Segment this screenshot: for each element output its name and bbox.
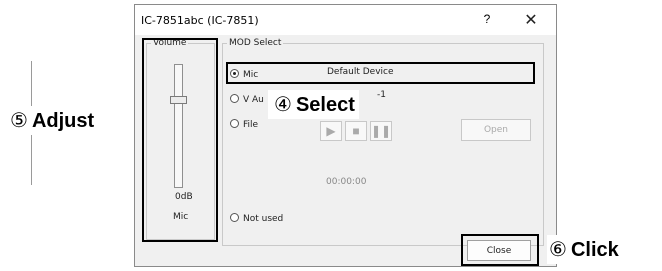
radio-not-used-label: Not used [243, 214, 284, 224]
radio-file-label: File [243, 120, 259, 130]
mod-select-group-label: MOD Select [229, 38, 282, 48]
callout-select-number: ④ [274, 92, 292, 116]
device-name: Default Device [327, 67, 394, 77]
radio-v-audio-indicator [230, 94, 239, 103]
radio-file-indicator [230, 119, 239, 128]
callout-click-text: Click [570, 239, 619, 261]
play-icon: ▶ [326, 124, 336, 138]
pause-button[interactable]: ❚❚ [370, 121, 392, 141]
window-title: IC-7851abc (IC-7851) [141, 14, 259, 27]
callout-select-text: Select [295, 94, 355, 116]
radio-not-used[interactable]: Not used [230, 213, 283, 224]
window-close-icon[interactable]: ✕ [517, 10, 545, 30]
callout-click: ⑥ Click [547, 235, 621, 264]
radio-file[interactable]: File [230, 119, 258, 130]
help-button[interactable]: ? [474, 12, 500, 30]
callout-adjust: ⑤ Adjust [8, 106, 101, 135]
callout-click-number: ⑥ [549, 237, 567, 261]
v-audio-suffix: -1 [377, 90, 386, 100]
stop-button[interactable]: ■ [345, 121, 367, 141]
radio-v-audio-label: V Au [243, 95, 264, 105]
callout-adjust-text: Adjust [31, 110, 95, 132]
close-highlight-box [461, 234, 539, 266]
open-button[interactable]: Open [461, 119, 531, 141]
play-button[interactable]: ▶ [320, 121, 342, 141]
radio-v-audio[interactable]: V Au [230, 94, 264, 105]
volume-highlight-box [142, 38, 218, 242]
callout-select: ④ Select [268, 90, 359, 119]
stop-icon: ■ [352, 124, 360, 138]
pause-icon: ❚❚ [371, 124, 392, 138]
callout-adjust-number: ⑤ [10, 108, 28, 132]
title-bar: IC-7851abc (IC-7851) ? ✕ [135, 5, 556, 35]
playback-time: 00:00:00 [326, 177, 367, 187]
radio-not-used-indicator [230, 213, 239, 222]
